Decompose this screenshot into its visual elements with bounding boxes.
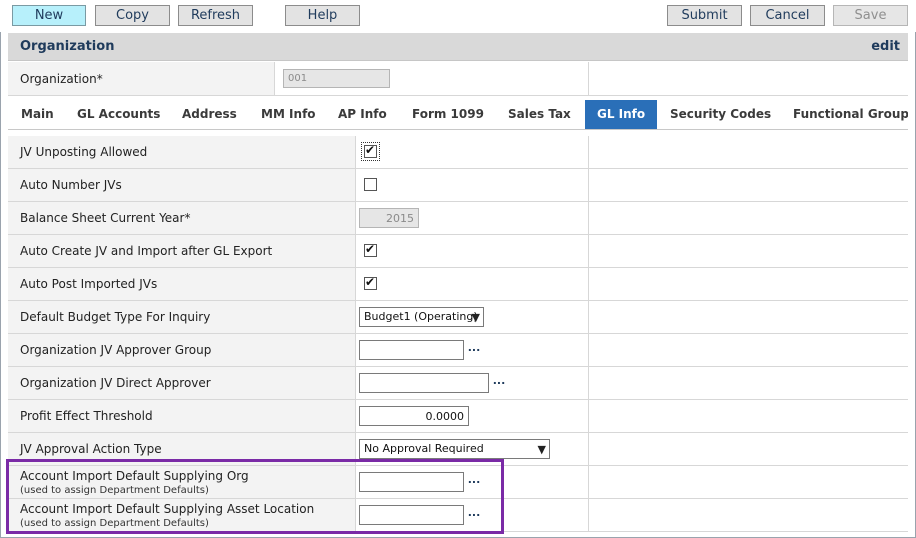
field-value-cell <box>356 169 589 201</box>
form-row: Organization JV Direct Approver ... <box>8 367 908 400</box>
jv-unposting-checkbox[interactable]: ✔ <box>361 142 380 161</box>
tab-sales-tax[interactable]: Sales Tax <box>496 100 583 129</box>
chevron-down-icon: ▼ <box>471 311 480 324</box>
profit-threshold-input[interactable] <box>359 406 469 426</box>
auto-post-checkbox[interactable]: ✔ <box>364 275 377 290</box>
tab-main[interactable]: Main <box>9 100 66 129</box>
form-row: Organization JV Approver Group ... <box>8 334 908 367</box>
auto-number-checkbox[interactable] <box>364 178 377 191</box>
field-value-cell: ... <box>356 334 589 366</box>
tab-security-codes[interactable]: Security Codes <box>658 100 783 129</box>
field-value-cell <box>356 202 589 234</box>
field-value-cell <box>356 400 589 432</box>
field-label: Auto Number JVs <box>8 169 356 201</box>
form-row: JV Unposting Allowed ✔ <box>8 136 908 169</box>
budget-type-value: Budget1 (Operating) <box>364 310 478 323</box>
balance-year-field <box>359 208 419 228</box>
submit-button[interactable]: Submit <box>667 5 742 26</box>
field-value-cell: ✔ <box>356 136 589 168</box>
highlight-box <box>6 459 504 534</box>
field-value-cell: ✔ <box>356 235 589 267</box>
form-row: Auto Create JV and Import after GL Expor… <box>8 235 908 268</box>
direct-approver-input[interactable] <box>359 373 489 393</box>
tab-address[interactable]: Address <box>170 100 249 129</box>
tab-functional-groups[interactable]: Functional Groups <box>781 100 908 129</box>
field-value-cell: ... <box>356 367 589 399</box>
auto-create-checkbox[interactable]: ✔ <box>364 242 377 257</box>
toolbar: New Copy Refresh Help Submit Cancel Save <box>0 0 916 32</box>
new-button[interactable]: New <box>12 5 86 26</box>
field-label: Auto Create JV and Import after GL Expor… <box>8 235 356 267</box>
tab-mm-info[interactable]: MM Info <box>249 100 328 129</box>
chevron-down-icon: ▼ <box>537 443 546 456</box>
form-row: Profit Effect Threshold <box>8 400 908 433</box>
edit-link[interactable]: edit <box>871 39 900 54</box>
tab-form-1099[interactable]: Form 1099 <box>400 100 496 129</box>
help-button[interactable]: Help <box>285 5 360 26</box>
field-label: Balance Sheet Current Year* <box>8 202 356 234</box>
form-row: Auto Post Imported JVs ✔ <box>8 268 908 301</box>
organization-field <box>283 69 390 88</box>
check-icon: ✔ <box>365 242 376 256</box>
field-label: JV Unposting Allowed <box>8 136 356 168</box>
field-label: Profit Effect Threshold <box>8 400 356 432</box>
organization-value-cell <box>275 62 589 95</box>
approval-action-value: No Approval Required <box>364 442 484 455</box>
lookup-icon[interactable]: ... <box>466 342 482 357</box>
tab-gl-info[interactable]: GL Info <box>585 100 657 129</box>
field-label: Organization JV Direct Approver <box>8 367 356 399</box>
tab-bar: Main GL Accounts Address MM Info AP Info… <box>8 100 908 130</box>
field-value-cell: Budget1 (Operating) ▼ <box>356 301 589 333</box>
lookup-icon[interactable]: ... <box>491 375 507 390</box>
refresh-button[interactable]: Refresh <box>178 5 253 26</box>
field-label: Organization JV Approver Group <box>8 334 356 366</box>
organization-row: Organization* <box>8 62 908 96</box>
check-icon: ✔ <box>365 143 376 157</box>
save-button[interactable]: Save <box>833 5 908 26</box>
form-row: Default Budget Type For Inquiry Budget1 … <box>8 301 908 334</box>
approval-action-select[interactable]: No Approval Required ▼ <box>359 439 550 459</box>
copy-button[interactable]: Copy <box>95 5 170 26</box>
budget-type-select[interactable]: Budget1 (Operating) ▼ <box>359 307 484 327</box>
field-value-cell: ✔ <box>356 268 589 300</box>
section-header: Organization edit <box>8 33 908 61</box>
form-row: Balance Sheet Current Year* <box>8 202 908 235</box>
field-label: Auto Post Imported JVs <box>8 268 356 300</box>
section-title: Organization <box>20 39 115 54</box>
tab-ap-info[interactable]: AP Info <box>326 100 399 129</box>
approver-group-input[interactable] <box>359 340 464 360</box>
cancel-button[interactable]: Cancel <box>750 5 825 26</box>
check-icon: ✔ <box>365 275 376 289</box>
tab-gl-accounts[interactable]: GL Accounts <box>65 100 172 129</box>
field-label: Default Budget Type For Inquiry <box>8 301 356 333</box>
form-row: Auto Number JVs <box>8 169 908 202</box>
organization-label: Organization* <box>8 62 275 95</box>
